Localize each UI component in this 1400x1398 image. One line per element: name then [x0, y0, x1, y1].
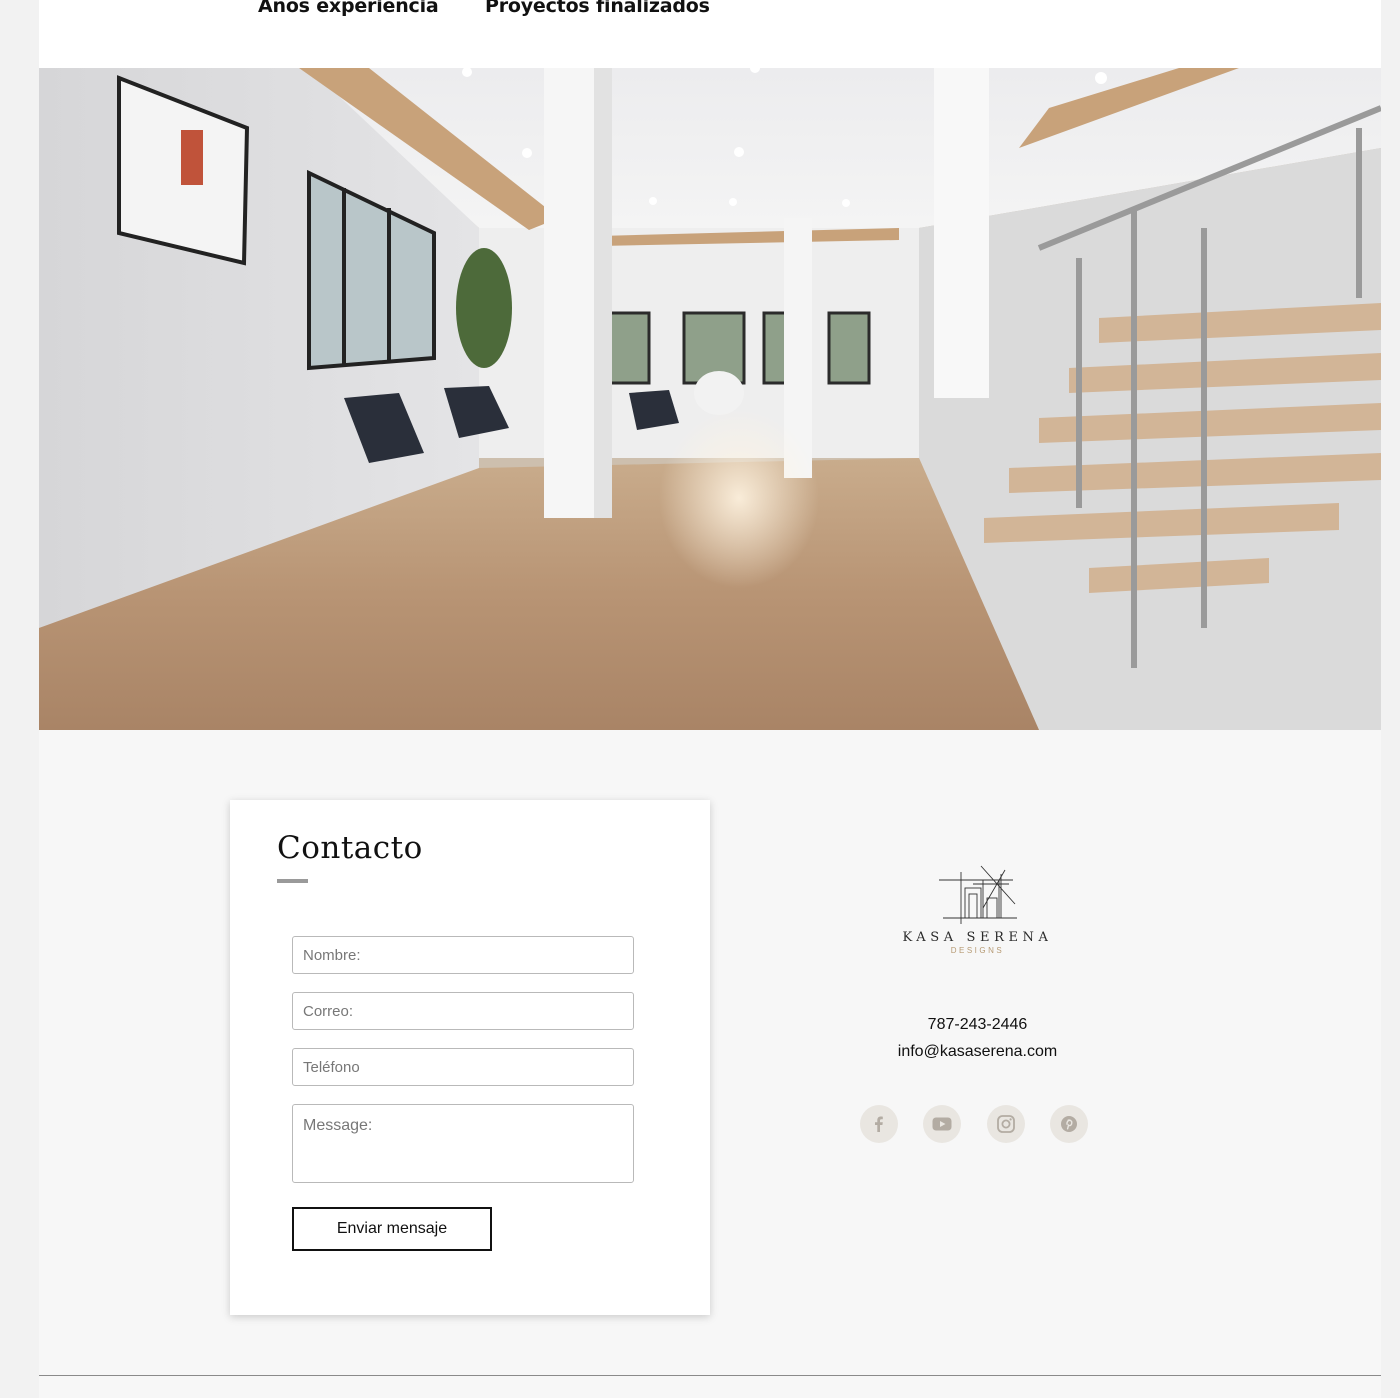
brand-name: KASA SERENA — [902, 930, 1053, 945]
phone-input[interactable] — [292, 1048, 634, 1086]
instagram-icon — [997, 1115, 1015, 1133]
message-textarea[interactable] — [292, 1104, 634, 1183]
hero-interior-image — [39, 68, 1381, 730]
email-input[interactable] — [292, 992, 634, 1030]
footer-divider — [39, 1375, 1381, 1376]
send-message-button[interactable]: Enviar mensaje — [292, 1207, 492, 1251]
title-underline — [277, 879, 308, 883]
contact-title: Contacto — [277, 830, 423, 866]
contact-card: Contacto Enviar mensaje — [230, 800, 710, 1315]
social-links — [860, 1105, 1100, 1143]
contact-info: KASA SERENA DESIGNS 787-243-2446 info@ka… — [759, 860, 1196, 1160]
email-address[interactable]: info@kasaserena.com — [759, 1043, 1196, 1061]
pinterest-icon — [1061, 1116, 1077, 1132]
facebook-link[interactable] — [860, 1105, 898, 1143]
projects-finished-label: Proyectos finalizados — [485, 0, 710, 17]
facebook-icon — [875, 1116, 883, 1132]
pinterest-link[interactable] — [1050, 1105, 1088, 1143]
name-input[interactable] — [292, 936, 634, 974]
youtube-link[interactable] — [923, 1105, 961, 1143]
instagram-link[interactable] — [987, 1105, 1025, 1143]
stats-band: Años experiencia Proyectos finalizados — [39, 0, 1381, 68]
brand-subtitle: DESIGNS — [950, 946, 1005, 955]
years-experience-label: Años experiencia — [258, 0, 439, 17]
phone-number[interactable]: 787-243-2446 — [759, 1016, 1196, 1034]
youtube-icon — [932, 1117, 952, 1131]
page: Años experiencia Proyectos finalizados C… — [39, 0, 1381, 1398]
